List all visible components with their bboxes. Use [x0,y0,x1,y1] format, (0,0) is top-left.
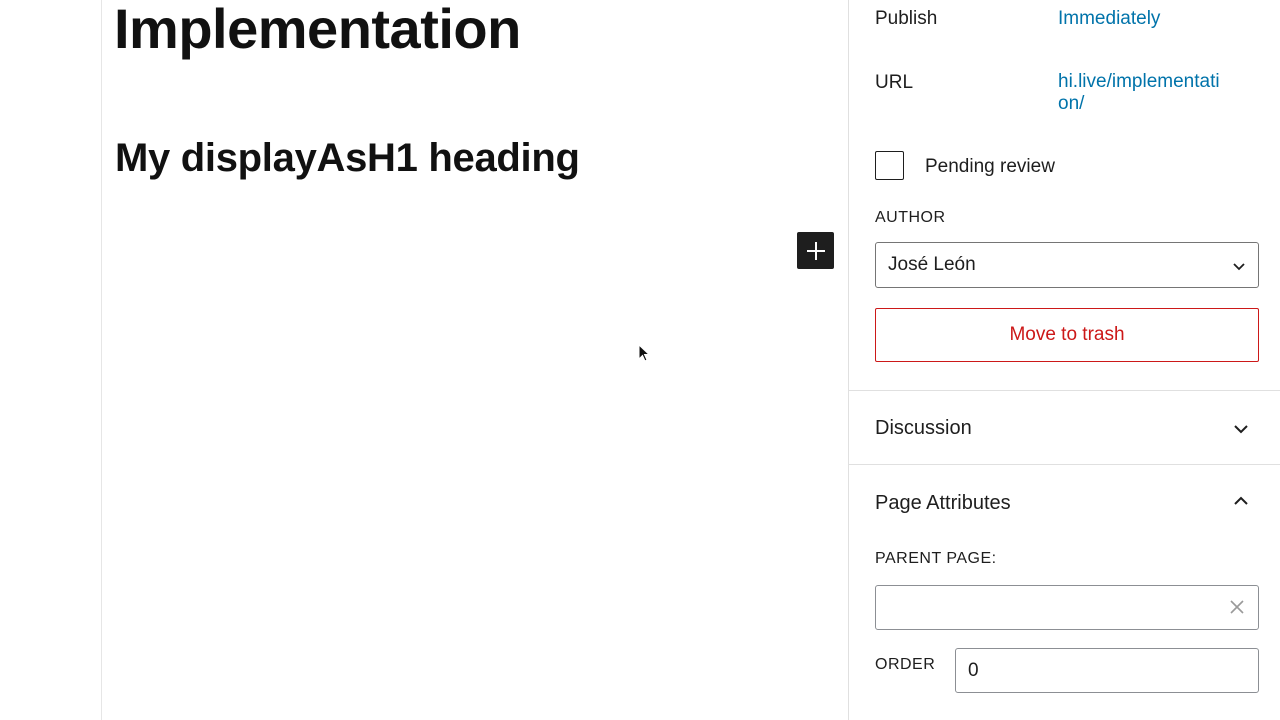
editor-left-rule [101,0,102,720]
author-label: AUTHOR [875,209,946,226]
discussion-panel-title: Discussion [875,417,972,439]
pending-review-checkbox[interactable] [875,151,904,180]
permalink-line-1: hi.live/implementati [1058,71,1220,92]
post-title[interactable]: Implementation [114,0,521,61]
author-select[interactable]: José León [875,242,1259,288]
editor-canvas[interactable]: Implementation My displayAsH1 heading [0,0,848,720]
page-attributes-panel-toggle[interactable]: Page Attributes [849,465,1280,539]
block-inserter-button[interactable] [797,232,834,269]
order-input[interactable]: 0 [955,648,1259,693]
publish-date-link[interactable]: Immediately [1058,8,1160,30]
pending-review-label: Pending review [925,156,1055,177]
chevron-up-icon [1234,496,1248,505]
heading-block[interactable]: My displayAsH1 heading [115,136,580,181]
close-icon[interactable] [1228,598,1246,616]
move-to-trash-button[interactable]: Move to trash [875,308,1259,362]
author-selected-value: José León [888,254,976,275]
plus-icon [806,241,825,260]
parent-page-label: PARENT PAGE: [875,550,997,567]
url-label: URL [875,72,914,93]
permalink-line-2: on/ [1058,93,1085,114]
permalink-link[interactable]: hi.live/implementati on/ [1058,71,1220,115]
parent-page-combobox[interactable] [875,585,1259,630]
page-attributes-panel-title: Page Attributes [875,492,1011,514]
publish-label: Publish [875,8,938,29]
order-label: ORDER [875,656,936,673]
chevron-down-icon [1234,425,1248,434]
mouse-cursor-icon [638,344,651,362]
settings-sidebar: Publish Immediately URL hi.live/implemen… [848,0,1280,720]
chevron-down-icon [1233,263,1245,271]
discussion-panel-toggle[interactable]: Discussion [849,391,1280,465]
